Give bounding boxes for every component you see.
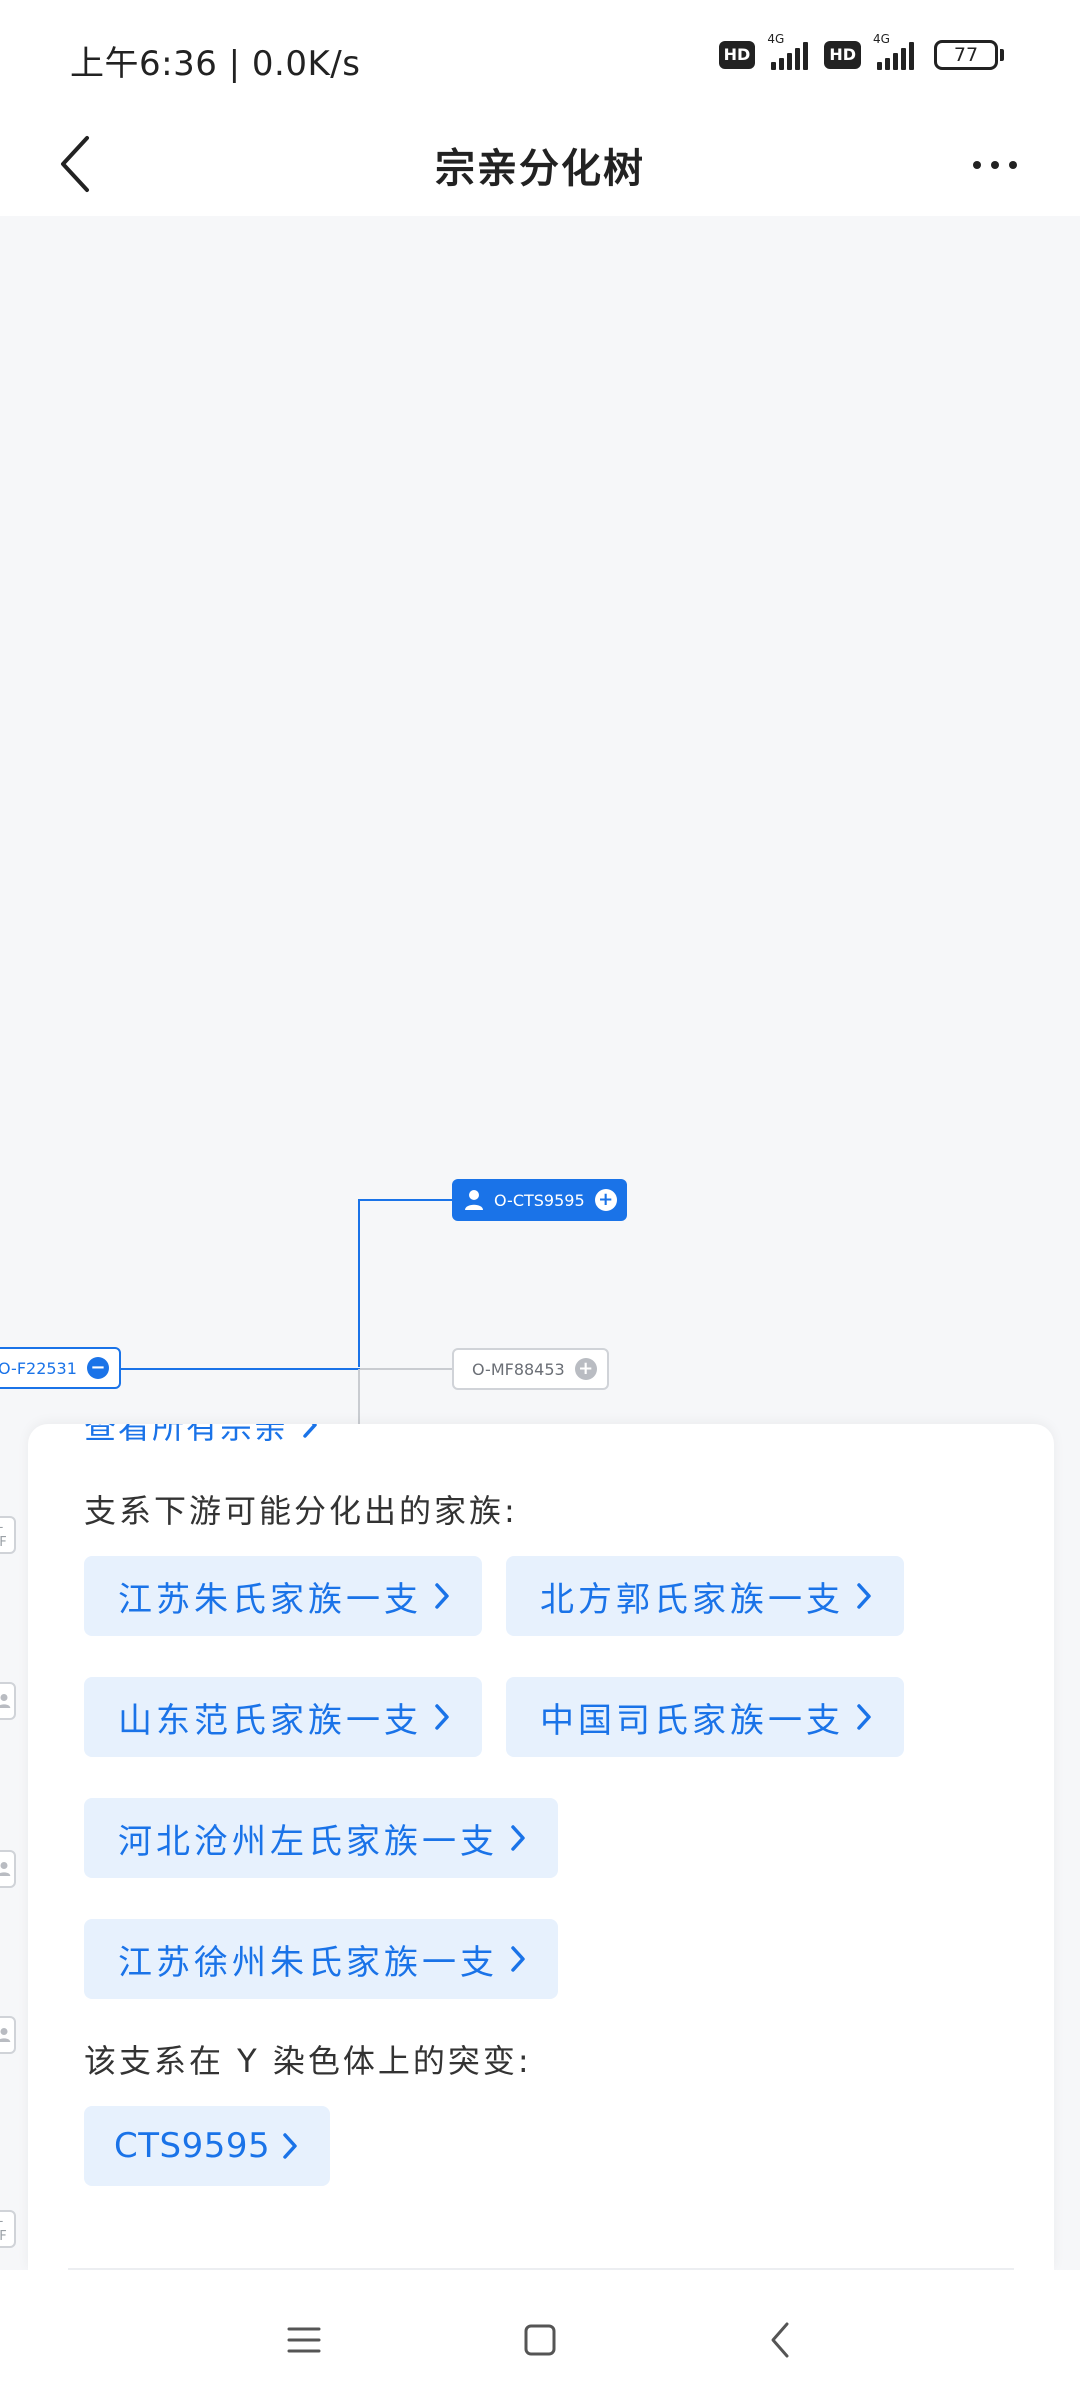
plus-circle-icon[interactable]: + bbox=[574, 1358, 597, 1380]
minus-circle-icon[interactable]: − bbox=[86, 1357, 109, 1379]
chevron-right-icon bbox=[435, 1583, 449, 1609]
tree-node-stub[interactable]: O-MF bbox=[0, 2210, 16, 2248]
person-icon bbox=[0, 2028, 11, 2042]
battery-icon: 77 bbox=[934, 40, 1004, 70]
status-bar: 上午6:36 | 0.0K/s HD 4G HD 4G 77 bbox=[0, 0, 1080, 110]
person-icon bbox=[0, 1862, 11, 1876]
family-chip[interactable]: 河北沧州左氏家族一支 bbox=[84, 1798, 558, 1878]
view-all-link[interactable]: 查看所有宗亲 bbox=[84, 1424, 318, 1448]
more-dots-icon bbox=[973, 161, 981, 169]
tree-node-stub[interactable] bbox=[0, 1682, 16, 1720]
family-chip[interactable]: 江苏徐州朱氏家族一支 bbox=[84, 1919, 558, 1999]
tree-node-stub[interactable] bbox=[0, 2016, 16, 2054]
node-label: O-F22531 bbox=[0, 1358, 77, 1378]
chevron-right-icon bbox=[857, 1583, 871, 1609]
menu-button[interactable] bbox=[274, 2310, 334, 2370]
tree-node-stub[interactable] bbox=[0, 1850, 16, 1888]
chevron-right-icon bbox=[511, 1946, 525, 1972]
status-icons: HD 4G HD 4G 77 bbox=[718, 32, 1004, 70]
connector bbox=[358, 1199, 452, 1201]
chevron-right-icon bbox=[857, 1704, 871, 1730]
families-title: 支系下游可能分化出的家族: bbox=[84, 1492, 518, 1530]
nav-bar: 宗亲分化树 bbox=[0, 110, 1080, 216]
family-chip[interactable]: 中国司氏家族一支 bbox=[506, 1677, 904, 1757]
chevron-right-icon bbox=[511, 1825, 525, 1851]
tree-node-sibling[interactable]: O-MF88453 + bbox=[452, 1348, 609, 1390]
tree-node-active[interactable]: O-CTS9595 + bbox=[452, 1179, 627, 1221]
chevron-right-icon bbox=[283, 2133, 297, 2159]
family-chip[interactable]: 山东范氏家族一支 bbox=[84, 1677, 482, 1757]
hd-badge-2: HD bbox=[824, 41, 861, 69]
connector bbox=[360, 1368, 454, 1370]
home-button[interactable] bbox=[510, 2310, 570, 2370]
connector bbox=[358, 1199, 360, 1367]
battery-level: 77 bbox=[934, 40, 998, 70]
info-sheet: 查看所有宗亲 支系下游可能分化出的家族: 江苏朱氏家族一支 北方郭氏家族一支 山… bbox=[28, 1424, 1054, 2270]
node-label: O-CTS9595 bbox=[494, 1190, 585, 1210]
home-square-icon bbox=[524, 2324, 556, 2356]
family-chip[interactable]: 江苏朱氏家族一支 bbox=[84, 1556, 482, 1636]
page-title: 宗亲分化树 bbox=[435, 146, 645, 192]
signal-icon-2: 4G bbox=[871, 32, 914, 70]
family-chip[interactable]: 北方郭氏家族一支 bbox=[506, 1556, 904, 1636]
signal-icon: 4G bbox=[765, 32, 809, 70]
system-nav-bar bbox=[0, 2270, 1080, 2400]
node-label: O-MF88453 bbox=[472, 1359, 565, 1379]
mutation-chip[interactable]: CTS9595 bbox=[84, 2106, 331, 2186]
chevron-right-icon bbox=[303, 1424, 317, 1438]
menu-icon bbox=[287, 2327, 321, 2353]
person-icon bbox=[465, 1190, 483, 1210]
connector bbox=[118, 1368, 360, 1370]
chevron-right-icon bbox=[435, 1704, 449, 1730]
nav-back-icon bbox=[771, 2322, 789, 2358]
tree-node-parent[interactable]: O-F22531 − bbox=[0, 1347, 121, 1389]
mutations-title: 该支系在 Y 染色体上的突变: bbox=[84, 2042, 532, 2080]
status-time: 上午6:36 | 0.0K/s bbox=[70, 44, 361, 84]
nav-back-button[interactable] bbox=[750, 2310, 810, 2370]
tree-node-stub[interactable]: O-MF bbox=[0, 1516, 16, 1554]
more-button[interactable] bbox=[960, 140, 1030, 190]
hd-badge: HD bbox=[718, 41, 756, 69]
plus-circle-icon[interactable]: + bbox=[594, 1189, 617, 1211]
person-icon bbox=[0, 1694, 11, 1708]
